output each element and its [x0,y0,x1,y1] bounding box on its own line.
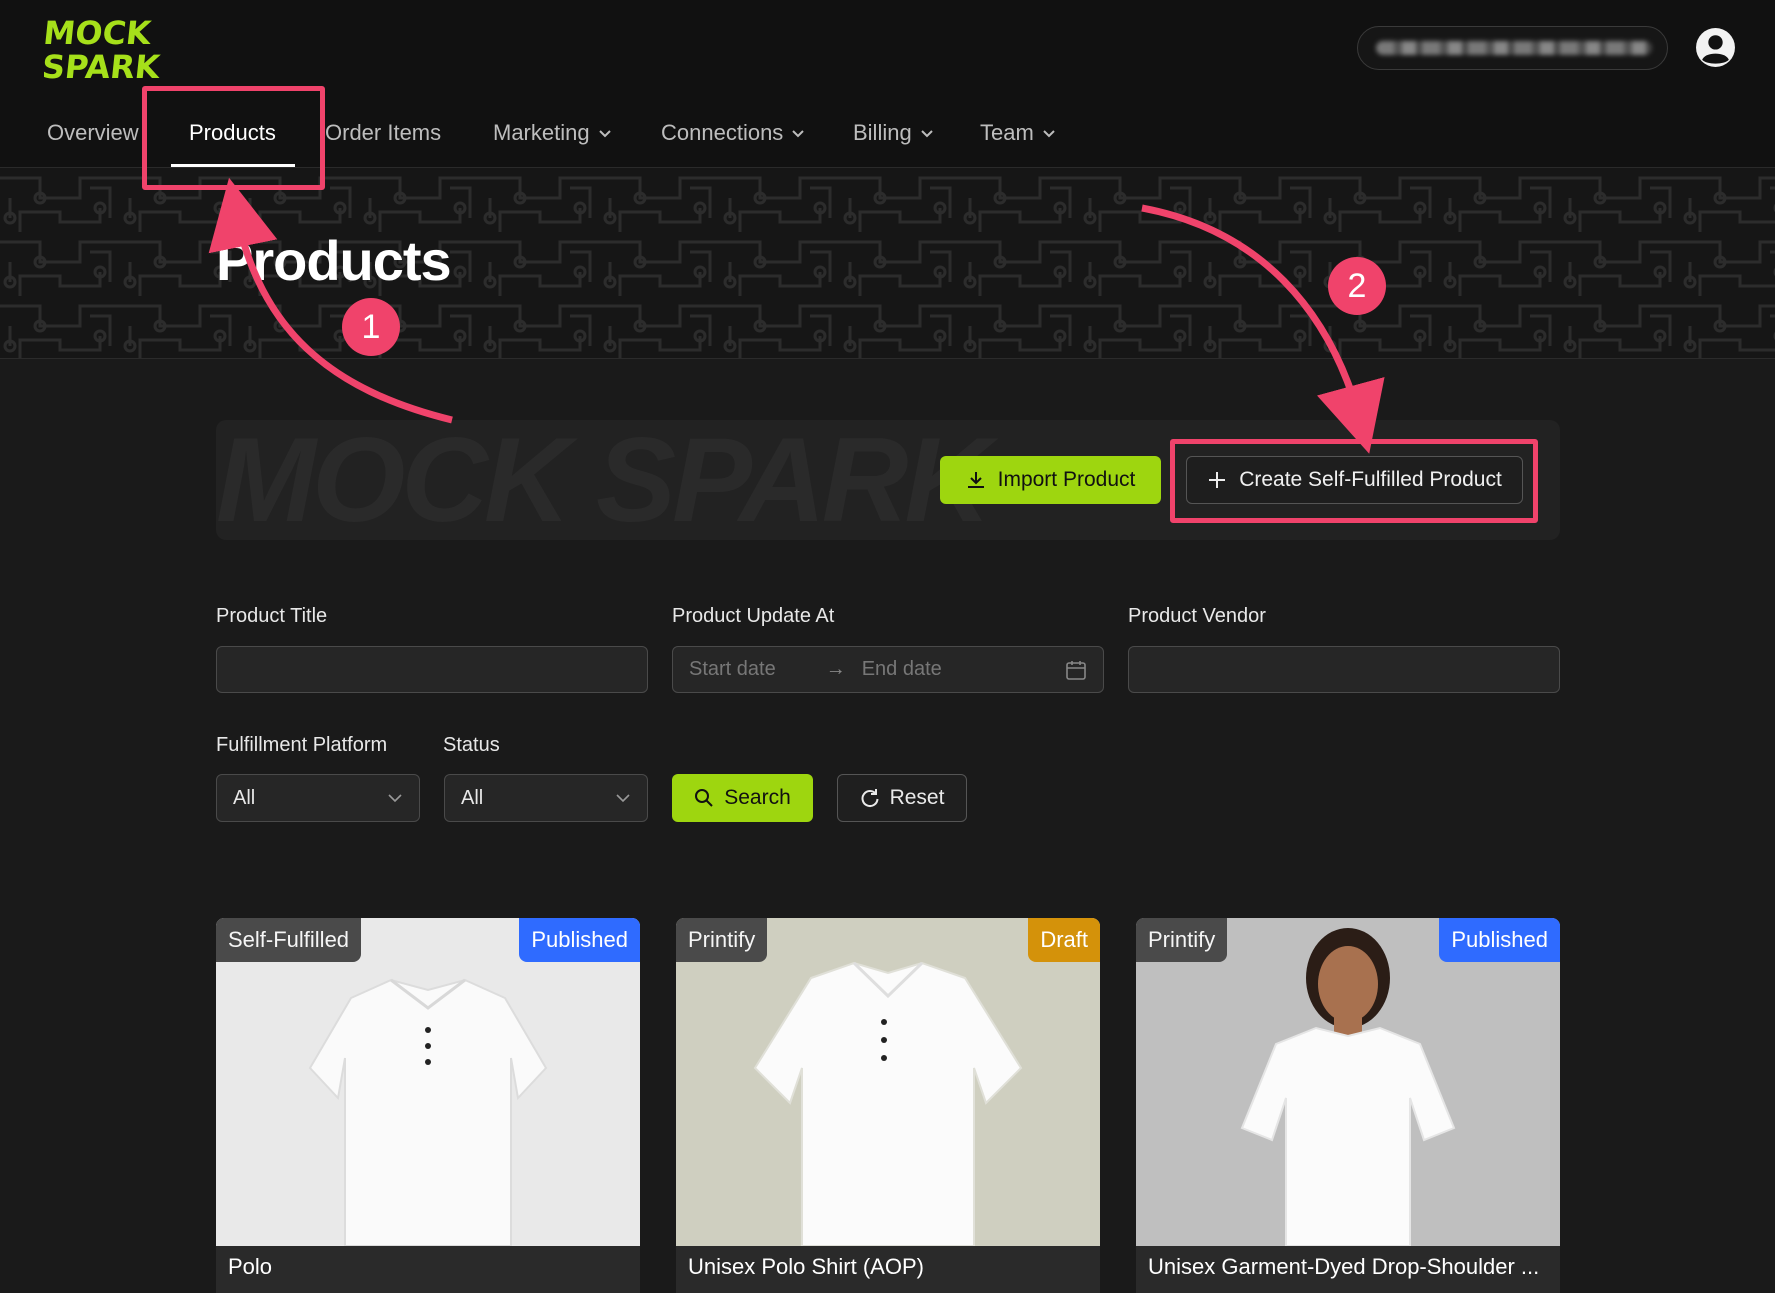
nav-label: Overview [47,120,139,145]
search-icon [695,789,713,807]
product-image [216,918,640,1246]
chevron-down-icon [616,794,630,803]
fulfillment-platform-select[interactable]: All [216,774,420,822]
fulfillment-platform-label: Fulfillment Platform [216,734,388,756]
nav-label: Billing [853,120,912,145]
import-product-button[interactable]: Import Product [940,456,1161,504]
mockspark-logo[interactable]: MOCK SPARK [44,10,176,84]
fulfillment-source-badge: Self-Fulfilled [216,918,362,962]
product-title[interactable]: Polo [228,1254,272,1280]
annotation-highlight-create-button [1170,439,1538,523]
status-label: Status [443,734,500,756]
account-selector[interactable] [1357,26,1668,70]
fulfillment-source-badge: Printify [676,918,768,962]
product-image [1136,918,1560,1246]
download-icon [967,472,984,488]
product-image [676,918,1100,1246]
product-title[interactable]: Unisex Polo Shirt (AOP) [688,1254,924,1280]
status-select[interactable]: All [444,774,648,822]
nav-label: Order Items [325,120,442,145]
nav-billing[interactable]: Billing [853,120,934,146]
nav-order-items[interactable]: Order Items [325,120,441,146]
page-title: Products [216,229,452,292]
svg-text:SPARK: SPARK [44,48,163,84]
nav-overview[interactable]: Overview [47,120,139,146]
product-card[interactable]: Printify Published Unisex Garment-Dyed D… [1136,918,1560,1293]
reset-button[interactable]: Reset [837,774,967,822]
chevron-down-icon [792,130,805,138]
product-card[interactable]: Self-Fulfilled Published Polo [216,918,640,1293]
fulfillment-platform-value: All [233,786,256,809]
nav-label: Team [980,120,1034,145]
product-vendor-label: Product Vendor [1128,605,1266,627]
reset-icon [861,789,879,808]
calendar-icon [1066,660,1086,680]
status-badge: Published [1439,918,1560,962]
product-card[interactable]: Printify Draft Unisex Polo Shirt (AOP) [676,918,1100,1293]
brand-watermark: MOCK SPARK [216,420,991,540]
product-title[interactable]: Unisex Garment-Dyed Drop-Shoulder ... [1148,1254,1539,1280]
annotation-badge-2: 2 [1328,257,1386,315]
svg-text:MOCK: MOCK [44,14,154,52]
search-button[interactable]: Search [672,774,813,822]
search-label: Search [724,786,791,809]
reset-label: Reset [889,786,945,809]
nav-team[interactable]: Team [980,120,1056,146]
chevron-down-icon [1043,130,1055,138]
user-avatar-icon[interactable] [1695,27,1736,68]
import-product-label: Import Product [997,468,1136,491]
product-vendor-input[interactable] [1128,646,1560,693]
fulfillment-source-badge: Printify [1136,918,1228,962]
arrow-right-icon: → [825,658,846,680]
date-range-picker[interactable]: Start date → End date [672,646,1104,693]
status-badge: Draft [1028,918,1100,962]
annotation-highlight-products-tab [142,86,325,190]
account-name-redacted [1376,41,1652,55]
start-date-input[interactable]: Start date [689,658,776,681]
nav-connections[interactable]: Connections [661,120,805,146]
chevron-down-icon [598,130,611,138]
chevron-down-icon [388,794,402,803]
nav-label: Connections [661,120,784,145]
nav-marketing[interactable]: Marketing [493,120,612,146]
chevron-down-icon [920,130,933,138]
status-badge: Published [519,918,640,962]
annotation-badge-1: 1 [342,298,400,356]
nav-label: Marketing [493,120,590,145]
status-value: All [461,786,484,809]
product-title-input[interactable] [216,646,648,693]
end-date-input[interactable]: End date [862,658,942,681]
product-update-at-label: Product Update At [672,605,835,627]
product-title-label: Product Title [216,605,328,627]
